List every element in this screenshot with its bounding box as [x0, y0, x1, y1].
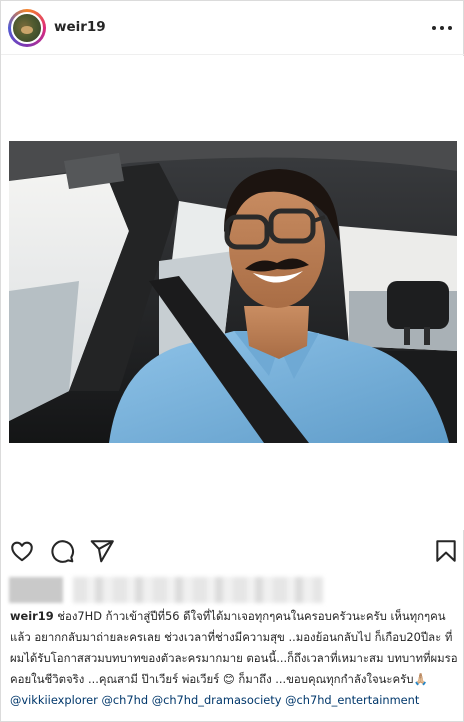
bookmark-icon[interactable]: [433, 538, 459, 564]
likes-text-blurred: [73, 577, 323, 603]
more-dot: [440, 26, 444, 30]
comment-icon[interactable]: [49, 538, 75, 564]
post-photo-image: [9, 141, 457, 443]
mention-link[interactable]: @ch7hd_entertainment: [285, 693, 419, 707]
share-icon[interactable]: [89, 538, 115, 564]
mention-link[interactable]: @ch7hd_dramasociety: [152, 693, 282, 707]
more-dot: [448, 26, 452, 30]
avatar-story-ring[interactable]: [8, 9, 46, 47]
post-header: weir19: [1, 1, 464, 55]
post-photo[interactable]: [9, 141, 457, 443]
post-username[interactable]: weir19: [54, 19, 106, 35]
post-actions: [1, 534, 464, 570]
caption-text: ช่อง7HD ก้าวเข้าสู่ปีที่56 ดีใจที่ได้มาเ…: [10, 609, 458, 686]
avatar[interactable]: [11, 12, 43, 44]
post-card: weir19 weir19 ช่อง7HD ก้าวเข้าสู่ปีที่56…: [0, 0, 464, 722]
mention-link[interactable]: @ch7hd: [101, 693, 148, 707]
more-dot: [432, 26, 436, 30]
mention-link[interactable]: @vikkiiexplorer: [10, 693, 98, 707]
post-caption: weir19 ช่อง7HD ก้าวเข้าสู่ปีที่56 ดีใจที…: [10, 606, 458, 711]
more-options-icon[interactable]: [429, 17, 457, 39]
caption-username[interactable]: weir19: [10, 609, 54, 623]
likes-summary[interactable]: [9, 575, 329, 605]
post-media-area[interactable]: [1, 56, 464, 530]
heart-icon[interactable]: [9, 538, 35, 564]
liker-avatars-blurred: [9, 577, 63, 603]
